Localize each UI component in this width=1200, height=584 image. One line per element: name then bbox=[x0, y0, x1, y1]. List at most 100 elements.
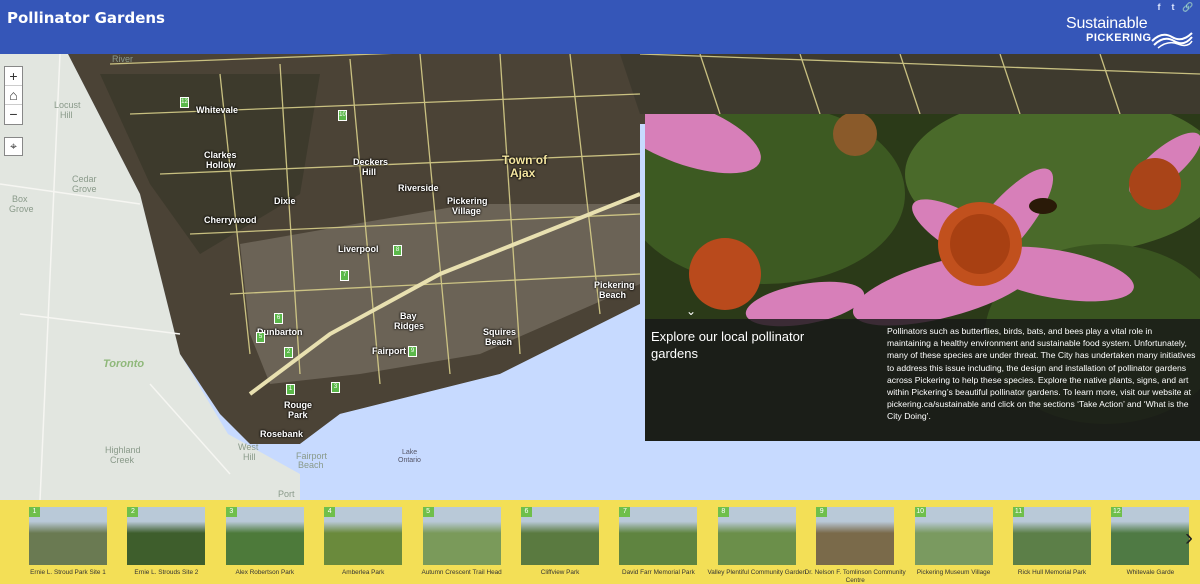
garden-thumbnail[interactable]: 6 bbox=[521, 507, 599, 565]
map-place-label: Bay bbox=[400, 311, 417, 321]
map-place-label: Clarkes bbox=[204, 150, 237, 160]
carousel-item[interactable]: 1 Ernie L. Stroud Park Site 1 bbox=[29, 507, 107, 577]
zoom-out-button[interactable]: − bbox=[5, 105, 22, 124]
carousel-item[interactable]: 10 Pickering Museum Village bbox=[914, 507, 993, 577]
map-lake-label: Lake bbox=[402, 449, 418, 456]
garden-marker[interactable]: 9 bbox=[408, 346, 417, 357]
garden-marker[interactable]: 2 bbox=[284, 347, 293, 358]
carousel-item[interactable]: 7 David Farr Memorial Park bbox=[619, 507, 698, 577]
thumbnail-caption: Autumn Crescent Trail Head bbox=[421, 569, 502, 576]
garden-thumbnail[interactable]: 1 bbox=[29, 507, 107, 565]
map-basemap-label: Locust bbox=[54, 100, 81, 110]
thumbnail-caption: Alex Robertson Park bbox=[235, 569, 295, 576]
garden-thumbnail[interactable]: 10 bbox=[914, 507, 993, 565]
carousel-item[interactable]: 9 Dr. Nelson F. Tomlinson Community Centr… bbox=[805, 507, 906, 584]
thumbnail-caption: Whitevale Garde bbox=[1126, 569, 1175, 576]
map-basemap-label: Hill bbox=[60, 110, 73, 120]
link-icon[interactable]: 🔗 bbox=[1182, 2, 1193, 12]
locate-button[interactable]: ⌖ bbox=[4, 137, 23, 156]
thumbnail-caption: Amberlea Park bbox=[342, 569, 385, 576]
garden-thumbnail[interactable]: 12 bbox=[1111, 507, 1190, 565]
map-place-label: Riverside bbox=[398, 183, 439, 193]
map-basemap-label: Cedar bbox=[72, 174, 97, 184]
map-basemap-label: Creek bbox=[110, 455, 135, 465]
carousel-next-button[interactable]: › bbox=[1182, 525, 1196, 551]
map-town-label: Ajax bbox=[510, 166, 536, 180]
twitter-icon[interactable]: t bbox=[1168, 2, 1178, 12]
zoom-in-button[interactable]: + bbox=[5, 67, 22, 86]
carousel-item[interactable]: 6 Cliffview Park bbox=[521, 507, 599, 577]
map-place-label: Hill bbox=[362, 167, 377, 177]
map-basemap-label: Grove bbox=[9, 204, 34, 214]
garden-thumbnail[interactable]: 7 bbox=[619, 507, 698, 565]
carousel-item[interactable]: 3 Alex Robertson Park bbox=[225, 507, 304, 577]
map-place-label: Whitevale bbox=[196, 105, 239, 115]
logo-text-bottom: PICKERING bbox=[1086, 32, 1152, 44]
carousel-item[interactable]: 8 Valley Plentiful Community Garden bbox=[707, 507, 806, 577]
map-basemap-label: River bbox=[112, 54, 134, 64]
garden-thumbnail[interactable]: 4 bbox=[324, 507, 403, 565]
map-lake-label: Ontario bbox=[398, 457, 421, 464]
map-place-label: Dixie bbox=[274, 196, 296, 206]
map-place-label: Pickering bbox=[447, 196, 488, 206]
thumbnail-number-badge: 2 bbox=[127, 507, 139, 517]
map-basemap-label: Hill bbox=[243, 452, 256, 462]
thumbnail-caption: Ernie L. Stroud Park Site 1 bbox=[30, 569, 106, 576]
chevron-down-icon[interactable]: ⌄ bbox=[684, 304, 698, 318]
map-place-label: Rouge bbox=[284, 400, 312, 410]
carousel-item[interactable]: 2 Ernie L. Strouds Site 2 bbox=[127, 507, 206, 577]
map-place-label: Beach bbox=[599, 290, 627, 300]
garden-thumbnail[interactable]: 2 bbox=[127, 507, 206, 565]
map-place-label: Liverpool bbox=[338, 244, 379, 254]
garden-marker[interactable]: 3 bbox=[331, 382, 340, 393]
carousel-item[interactable]: 4 Amberlea Park bbox=[324, 507, 403, 577]
garden-thumbnail[interactable]: 3 bbox=[225, 507, 304, 565]
garden-thumbnail[interactable]: 5 bbox=[422, 507, 501, 565]
thumbnail-number-badge: 11 bbox=[1013, 507, 1024, 517]
sustainable-pickering-logo[interactable]: Sustainable PICKERING bbox=[1066, 15, 1194, 49]
thumbnail-number-badge: 7 bbox=[619, 507, 631, 517]
map-basemap-label: Port bbox=[278, 489, 295, 499]
thumbnail-number-badge: 5 bbox=[422, 507, 434, 517]
map-basemap-label: Beach bbox=[298, 460, 324, 470]
garden-marker[interactable]: 12 bbox=[180, 97, 189, 108]
map-place-label: Beach bbox=[485, 337, 513, 347]
map-basemap-label: Grove bbox=[72, 184, 97, 194]
map-city-label: Toronto bbox=[103, 358, 145, 370]
carousel-item[interactable]: 5 Autumn Crescent Trail Head bbox=[421, 507, 502, 577]
app-title: Pollinator Gardens bbox=[7, 9, 165, 27]
map-town-label: Town of bbox=[502, 153, 548, 167]
map-place-label: Rosebank bbox=[260, 429, 304, 439]
map-place-label: Ridges bbox=[394, 321, 425, 331]
zoom-controls: + ⌂ − bbox=[4, 66, 23, 125]
panel-body-text: Pollinators such as butterflies, birds, … bbox=[887, 326, 1196, 422]
garden-marker[interactable]: 10 bbox=[338, 110, 347, 121]
social-links: f t 🔗 bbox=[1154, 2, 1194, 12]
thumbnail-caption: Pickering Museum Village bbox=[916, 569, 991, 576]
carousel-item[interactable]: 11 Rick Hull Memorial Park bbox=[1013, 507, 1091, 577]
thumbnail-caption: Valley Plentiful Community Garden bbox=[707, 569, 807, 576]
map-basemap-label: Box bbox=[12, 194, 28, 204]
map-place-label: Fairport bbox=[372, 346, 407, 356]
map-place-label: Squires bbox=[483, 327, 517, 337]
facebook-icon[interactable]: f bbox=[1154, 2, 1164, 12]
logo-text-top: Sustainable bbox=[1066, 15, 1148, 32]
garden-marker[interactable]: 5 bbox=[256, 332, 265, 343]
panel-heading: Explore our local pollinator gardens bbox=[651, 329, 805, 361]
garden-thumbnail[interactable]: 9 bbox=[816, 507, 895, 565]
garden-marker[interactable]: 8 bbox=[393, 245, 402, 256]
thumbnail-caption: Ernie L. Strouds Site 2 bbox=[134, 569, 199, 576]
garden-thumbnail[interactable]: 8 bbox=[717, 507, 796, 565]
map-place-label: Cherrywood bbox=[204, 215, 257, 225]
home-button[interactable]: ⌂ bbox=[5, 86, 22, 105]
garden-marker[interactable]: 6 bbox=[274, 313, 283, 324]
thumbnail-caption: David Farr Memorial Park bbox=[621, 569, 695, 576]
thumbnail-number-badge: 12 bbox=[1111, 507, 1123, 517]
garden-marker[interactable]: 1 bbox=[286, 384, 295, 395]
garden-thumbnail[interactable]: 11 bbox=[1013, 507, 1091, 565]
garden-marker[interactable]: 7 bbox=[340, 270, 349, 281]
thumbnail-number-badge: 1 bbox=[29, 507, 40, 517]
carousel-item[interactable]: 12 Whitevale Garde bbox=[1111, 507, 1190, 577]
wave-icon bbox=[1151, 32, 1193, 49]
thumbnail-caption: Dr. Nelson F. Tomlinson Community Centre bbox=[804, 569, 906, 584]
